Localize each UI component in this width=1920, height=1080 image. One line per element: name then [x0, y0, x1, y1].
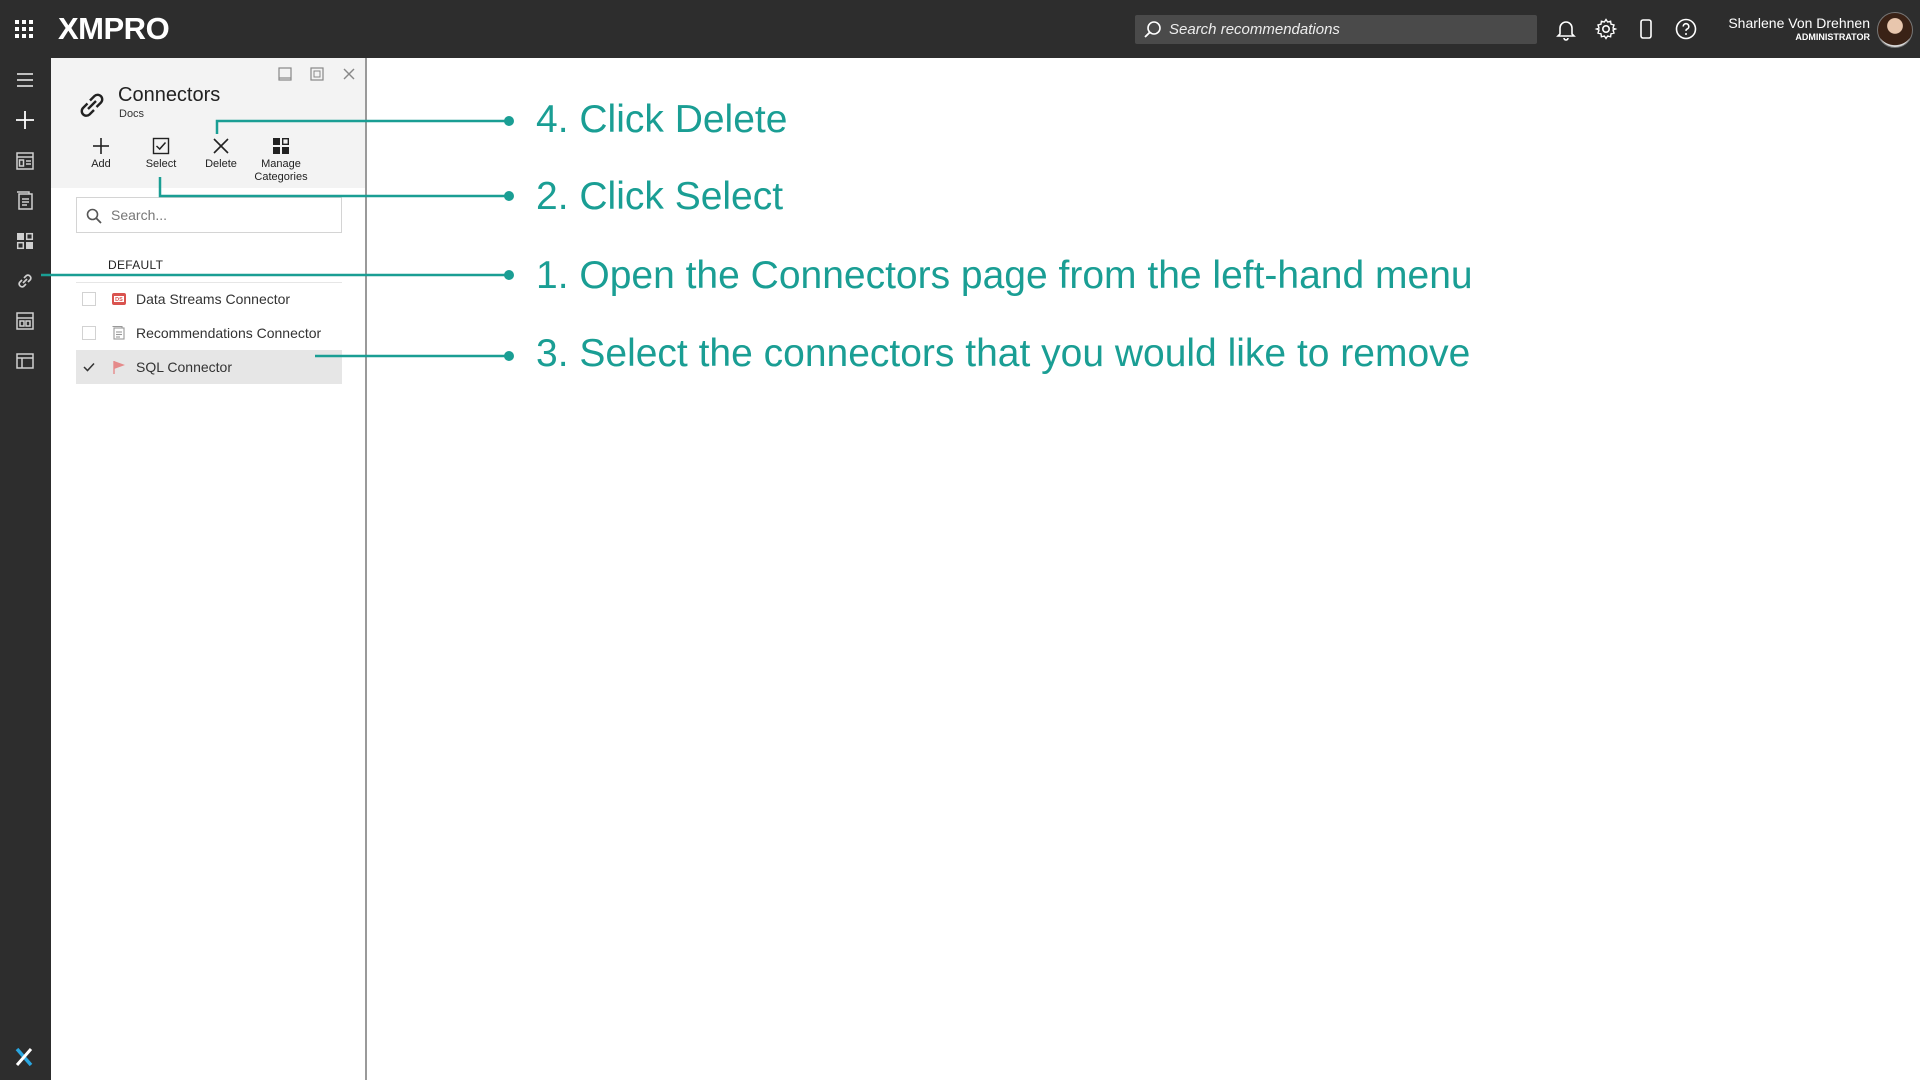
window-icon[interactable] [13, 349, 37, 373]
list-item[interactable]: Recommendations Connector [76, 316, 342, 350]
connectors-panel: Connectors Docs Add Select Delete Manage… [51, 58, 367, 1080]
apps-grid-icon[interactable] [12, 17, 36, 41]
manage-categories-button[interactable]: Manage Categories [251, 136, 311, 186]
connectors-search[interactable] [76, 197, 342, 233]
svg-text:DS: DS [115, 297, 123, 303]
callout-step-select: 2. Click Select [536, 175, 784, 218]
row-checkbox[interactable] [82, 326, 96, 340]
list-item[interactable]: DS Data Streams Connector [76, 282, 342, 316]
search-icon [1143, 20, 1163, 40]
table-icon[interactable] [13, 149, 37, 173]
add-label: Add [91, 158, 111, 170]
recommendations-search[interactable] [1135, 15, 1537, 44]
delete-button[interactable]: Delete [191, 136, 251, 186]
plus-icon[interactable] [13, 108, 37, 132]
checkbox-icon [151, 136, 171, 156]
gear-icon[interactable] [1594, 17, 1618, 41]
data-streams-icon: DS [111, 291, 127, 307]
connector-name: SQL Connector [136, 359, 232, 375]
search-recommendations-input[interactable] [1169, 15, 1529, 44]
panel-header: Connectors Docs Add Select Delete Manage… [51, 58, 365, 188]
close-icon[interactable] [340, 65, 358, 83]
top-bar: XMPRO Sharlene Von Drehnen ADMINISTRATOR [0, 0, 1920, 58]
apps-icon[interactable] [13, 229, 37, 253]
recommendations-icon [111, 325, 127, 341]
plus-icon [91, 136, 111, 156]
manage-categories-label: Manage Categories [254, 158, 308, 183]
link-icon [75, 88, 109, 122]
row-checkbox-checked[interactable] [82, 360, 96, 374]
mobile-icon[interactable] [1634, 17, 1658, 41]
list-item-selected[interactable]: SQL Connector [76, 350, 342, 384]
category-label: DEFAULT [108, 258, 164, 272]
page-subtitle: Docs [119, 108, 145, 120]
left-navigation-rail [0, 58, 51, 1080]
callout-dot [504, 116, 514, 126]
hamburger-menu-icon[interactable] [13, 68, 37, 92]
clipboard-icon[interactable] [13, 189, 37, 213]
add-button[interactable]: Add [71, 136, 131, 186]
row-checkbox[interactable] [82, 292, 96, 306]
search-icon [85, 207, 103, 225]
select-button[interactable]: Select [131, 136, 191, 186]
callout-dot [504, 270, 514, 280]
user-name[interactable]: Sharlene Von Drehnen [1728, 15, 1870, 31]
calculator-icon[interactable] [13, 309, 37, 333]
callout-step-select-connectors: 3. Select the connectors that you would … [536, 332, 1471, 375]
xmpro-x-icon[interactable] [13, 1046, 35, 1068]
avatar[interactable] [1877, 12, 1913, 48]
callout-step-open-connectors: 1. Open the Connectors page from the lef… [536, 254, 1473, 297]
link-icon[interactable] [13, 269, 37, 293]
connector-name: Data Streams Connector [136, 291, 291, 307]
minimize-icon[interactable] [276, 65, 294, 83]
delete-x-icon [211, 136, 231, 156]
page-title: Connectors [118, 84, 221, 106]
callout-step-delete: 4. Click Delete [536, 98, 788, 141]
xmpro-logo[interactable]: XMPRO [58, 10, 170, 48]
sql-flag-icon [111, 359, 127, 375]
user-role: ADMINISTRATOR [1795, 32, 1870, 42]
select-label: Select [145, 158, 177, 170]
callout-dot [504, 191, 514, 201]
callout-dot [504, 351, 514, 361]
categories-icon [271, 136, 291, 156]
bell-icon[interactable] [1554, 17, 1578, 41]
connectors-search-input[interactable] [111, 198, 335, 232]
help-icon[interactable] [1674, 17, 1698, 41]
delete-label: Delete [205, 158, 237, 170]
maximize-icon[interactable] [308, 65, 326, 83]
connector-name: Recommendations Connector [136, 325, 322, 341]
